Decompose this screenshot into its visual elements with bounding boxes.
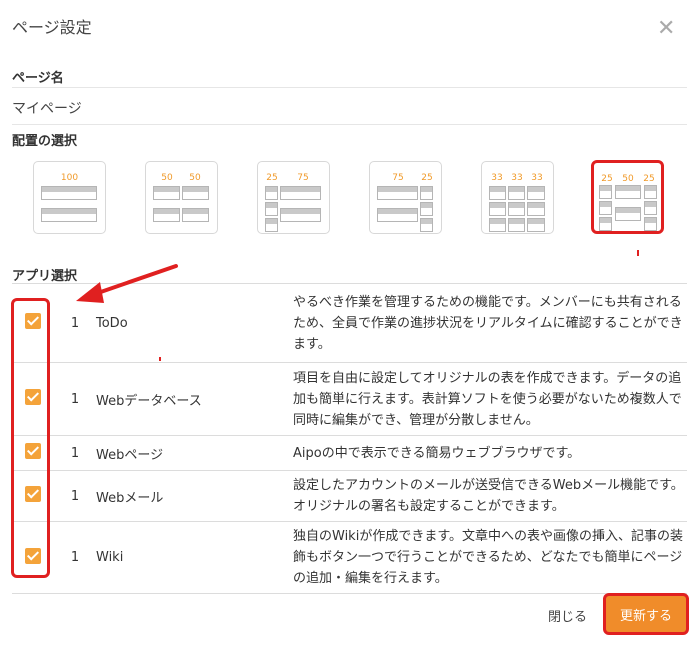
layout-width-label: 33: [511, 173, 523, 183]
app-name: Webページ: [96, 435, 293, 471]
app-count: 1: [54, 435, 96, 471]
layout-option-33-33-33[interactable]: 33 33 33: [481, 161, 554, 234]
annotation-mark: [637, 250, 639, 256]
divider: [12, 124, 687, 125]
layout-option-50-50[interactable]: 50 50: [145, 161, 218, 234]
app-name: Webデータベース: [96, 362, 293, 436]
layout-width-label: 50: [189, 173, 201, 183]
layout-width-label: 75: [392, 173, 404, 183]
layout-width-label: 75: [297, 173, 309, 183]
app-description: やるべき作業を管理するための機能です。メンバーにも共有されるため、全員で作業の進…: [293, 283, 687, 363]
layout-width-label: 33: [531, 173, 543, 183]
table-row: 1 Webメール 設定したアカウントのメールが送受信できるWebメール機能です。…: [12, 470, 687, 522]
table-row: 1 Webページ Aipoの中で表示できる簡易ウェブブラウザです。: [12, 435, 687, 471]
apps-label: アプリ選択: [12, 269, 78, 284]
layout-options: 100 50 50 25 75 75 25 33 33 33 25 50 25: [33, 160, 673, 236]
layout-width-label: 33: [491, 173, 503, 183]
page-name-label: ページ名: [12, 71, 64, 86]
app-description: 独自のWikiが作成できます。文章中への表や画像の挿入、記事の装飾もボタン一つで…: [293, 521, 687, 594]
app-description: 項目を自由に設定してオリジナルの表を作成できます。データの追加も簡単に行えます。…: [293, 362, 687, 436]
annotation-mark: [159, 357, 161, 361]
layout-option-25-50-25[interactable]: 25 50 25: [591, 160, 664, 234]
layout-option-25-75[interactable]: 25 75: [257, 161, 330, 234]
layout-option-75-25[interactable]: 75 25: [369, 161, 442, 234]
annotation-arrow-icon: [76, 264, 178, 303]
app-count: 1: [54, 362, 96, 436]
layout-width-label: 50: [161, 173, 173, 183]
app-count: 1: [54, 470, 96, 522]
layout-width-label: 25: [643, 174, 655, 184]
apps-table: 1 ToDo やるべき作業を管理するための機能です。メンバーにも共有されるため、…: [12, 283, 687, 594]
table-row: 1 Wiki 独自のWikiが作成できます。文章中への表や画像の挿入、記事の装飾…: [12, 521, 687, 594]
table-row: 1 Webデータベース 項目を自由に設定してオリジナルの表を作成できます。データ…: [12, 362, 687, 436]
close-icon[interactable]: ✕: [657, 18, 675, 40]
layout-width-label: 25: [421, 173, 433, 183]
divider: [12, 87, 687, 88]
app-name: Wiki: [96, 521, 293, 594]
app-count: 1: [54, 521, 96, 594]
checkbox-highlight: [11, 298, 50, 578]
app-name: Webメール: [96, 470, 293, 522]
layout-width-label: 50: [622, 174, 634, 184]
layout-label: 配置の選択: [12, 134, 78, 149]
close-button[interactable]: 閉じる: [548, 606, 587, 625]
update-button[interactable]: 更新する: [606, 596, 686, 632]
app-description: 設定したアカウントのメールが送受信できるWebメール機能です。オリジナルの署名も…: [293, 470, 687, 522]
dialog-title: ページ設定: [12, 18, 92, 37]
layout-option-100[interactable]: 100: [33, 161, 106, 234]
layout-width-label: 100: [60, 173, 79, 183]
app-description: Aipoの中で表示できる簡易ウェブブラウザです。: [293, 435, 687, 471]
page-name-field[interactable]: マイページ: [12, 98, 82, 118]
layout-width-label: 25: [266, 173, 278, 183]
layout-width-label: 25: [601, 174, 613, 184]
